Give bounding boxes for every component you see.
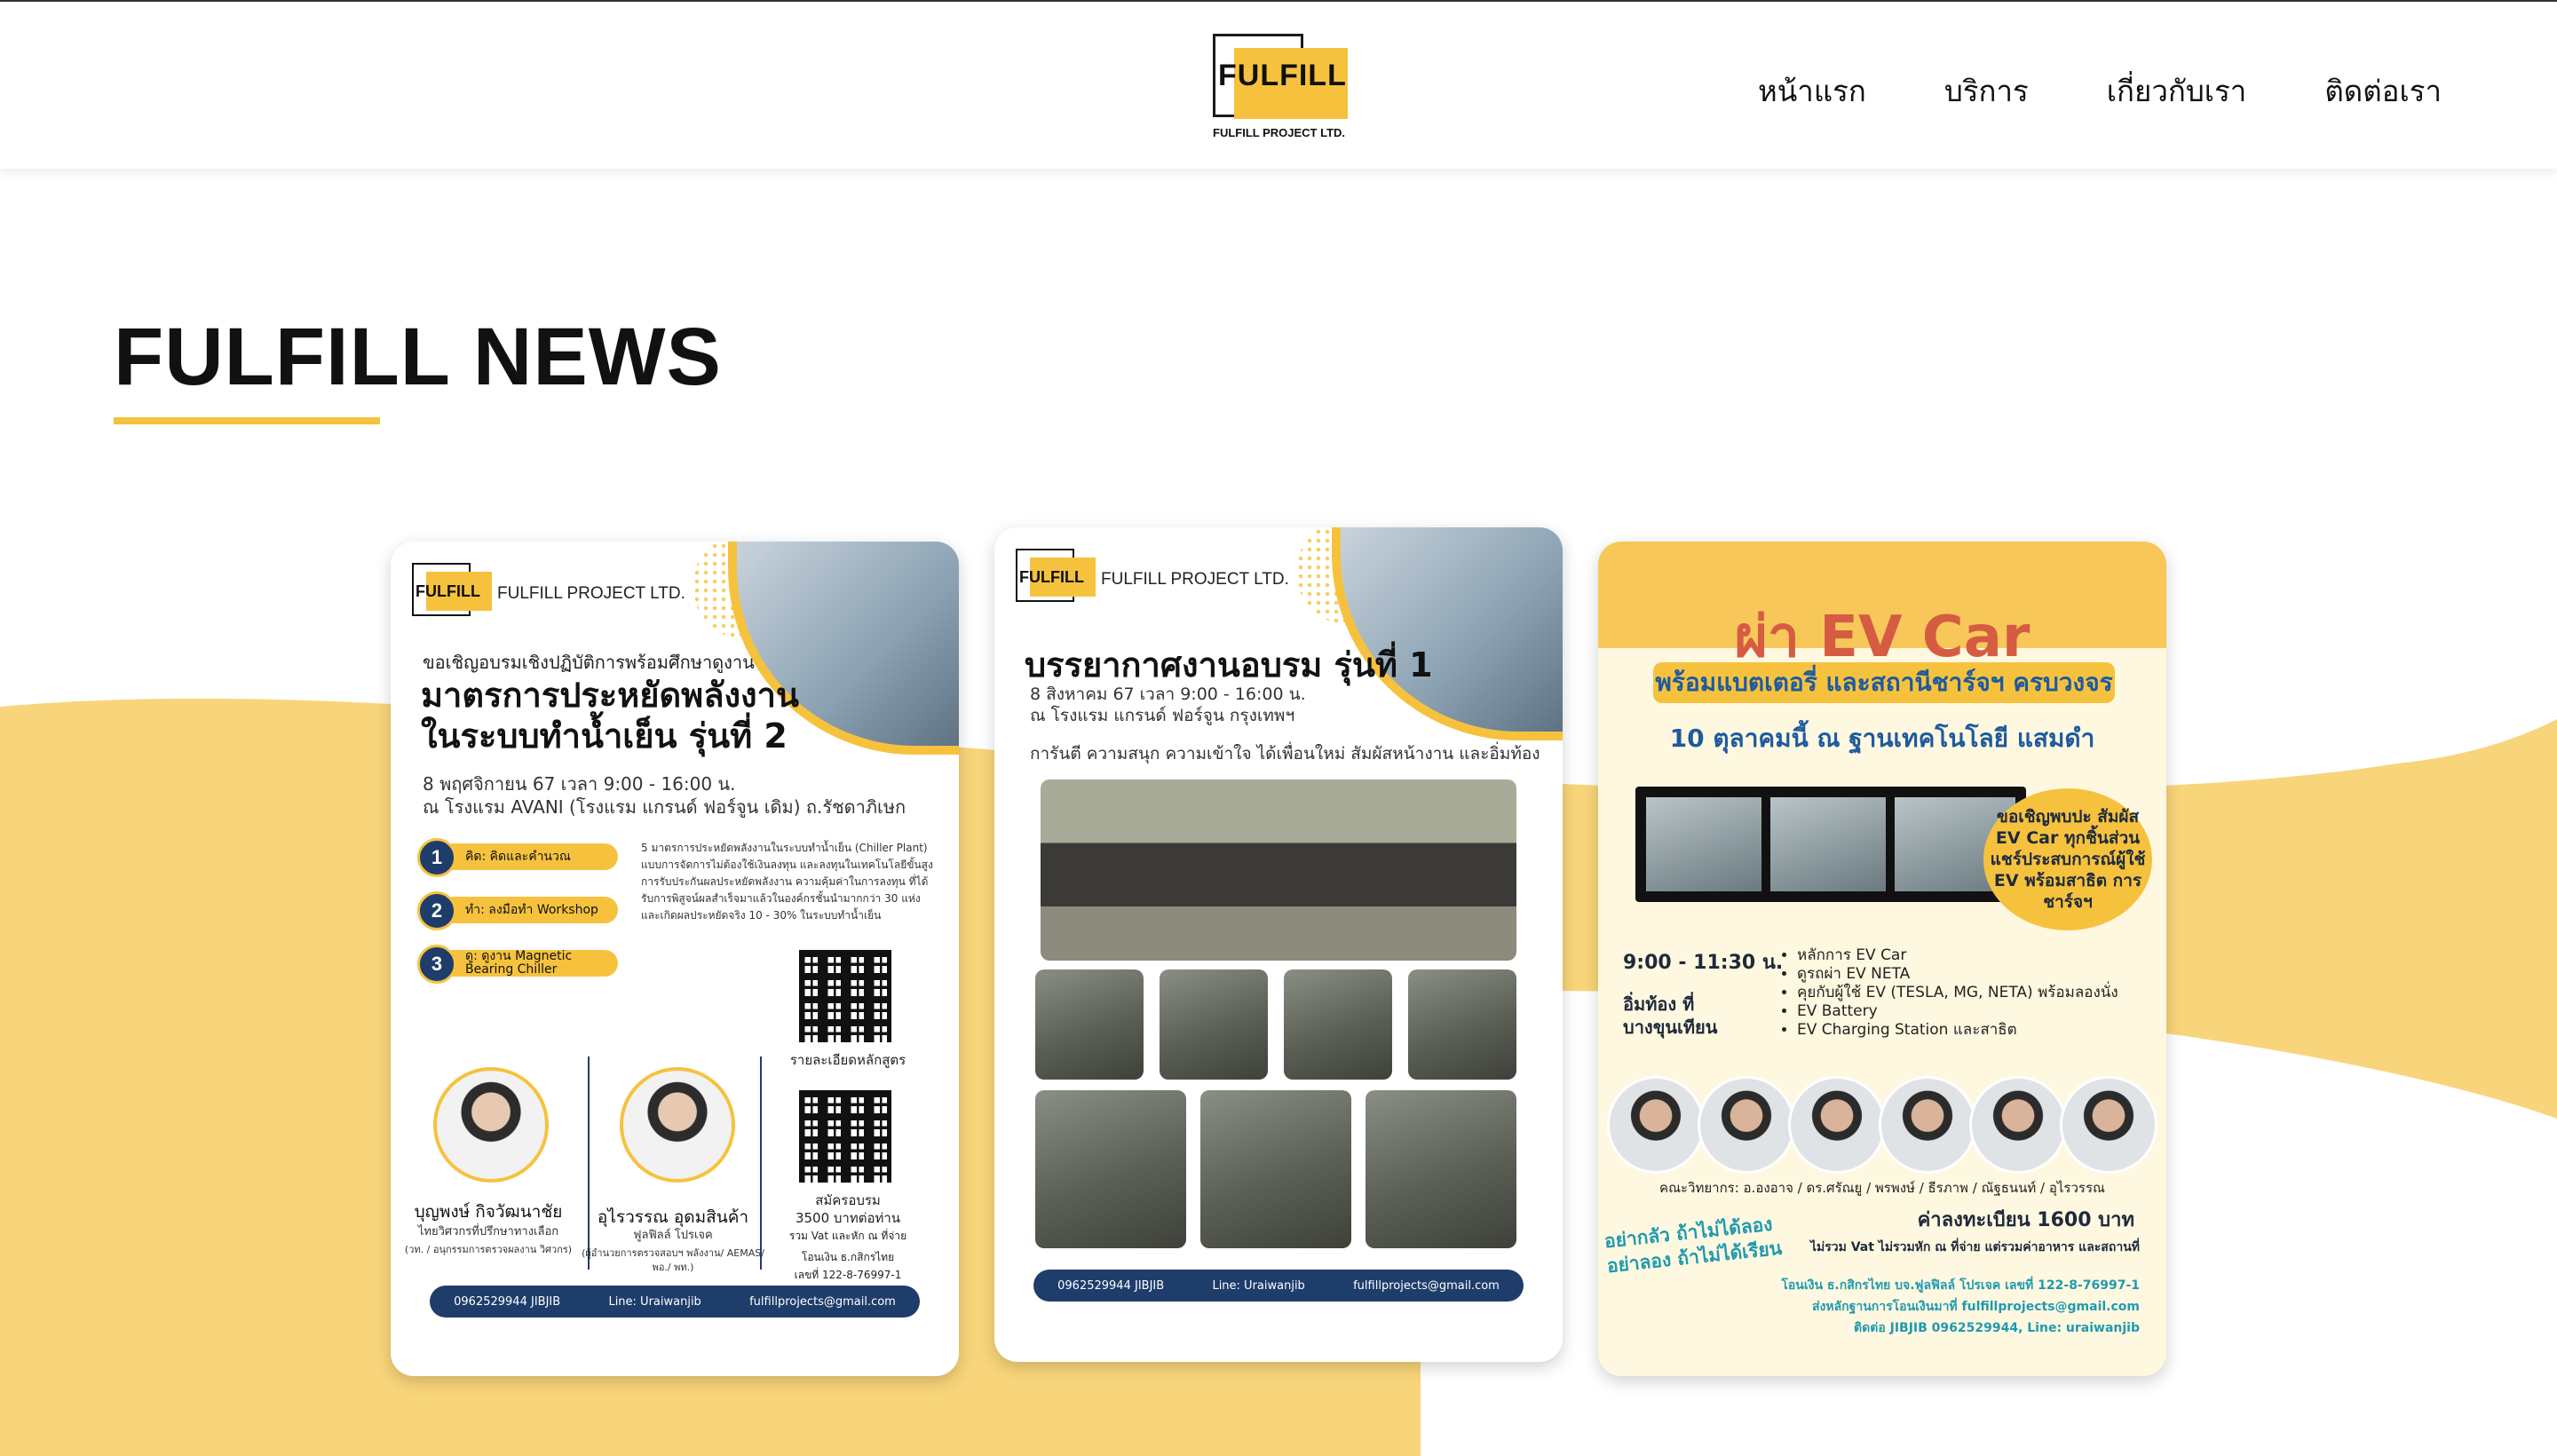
speaker-avatar (620, 1067, 735, 1183)
news-card-chiller-training[interactable]: FULFILL FULFILL PROJECT LTD. ขอเชิญอบรมเ… (391, 542, 959, 1376)
news-card-ev-car[interactable]: ผ่า EV Car พร้อมแบตเตอรี่ และสถานีชาร์จฯ… (1598, 542, 2166, 1376)
speaker-avatar (2060, 1076, 2157, 1174)
event-time: 9:00 - 11:30 น. (1623, 952, 1784, 974)
card-logo: FULFILL FULFILL PROJECT LTD. (1016, 549, 1289, 602)
card-date: 8 สิงหาคม 67 เวลา 9:00 - 16:00 น. ณ โรงแ… (1030, 684, 1306, 725)
speaker-avatar (1788, 1076, 1886, 1174)
ev-photo-strip (1635, 787, 2026, 902)
list-item: ดูรถผ่า EV NETA (1797, 965, 2118, 984)
nav-home[interactable]: หน้าแรก (1758, 67, 1866, 115)
list-item: หลักการ EV Car (1797, 946, 2118, 965)
card-banner: พร้อมแบตเตอรี่ และสถานีชาร์จฯ ครบวงจร (1653, 662, 2115, 703)
line-text: Line: Uraiwanjib (1212, 1278, 1305, 1293)
section-title: FULFILL NEWS (114, 312, 722, 402)
email-text: fulfillprojects@gmail.com (749, 1294, 896, 1309)
logo-subtitle: FULFILL PROJECT LTD. (1213, 126, 1346, 139)
speaker-name: อุไรวรรณ อุดมสินค้า (597, 1207, 749, 1227)
group-photo (1041, 779, 1516, 961)
event-photo (1284, 969, 1392, 1080)
vat-note: ไม่รวม Vat ไม่รวมหัก ณ ที่จ่าย แต่รวมค่า… (1809, 1240, 2140, 1254)
email-text: fulfillprojects@gmail.com (1353, 1278, 1500, 1293)
price-block: สมัครอบรม 3500 บาทต่อท่าน รวม Vat และหัก… (788, 1192, 907, 1281)
speaker-avatar (1879, 1076, 1976, 1174)
speaker-avatar (1969, 1076, 2067, 1174)
speaker-role: ฟูลฟิลล์ โปรเจค (633, 1229, 713, 1242)
list-item: EV Battery (1797, 1002, 2118, 1021)
speaker-avatar (1698, 1076, 1795, 1174)
event-photo (1035, 1090, 1186, 1248)
registration-fee: ค่าลงทะเบียน 1600 บาท (1917, 1209, 2134, 1231)
lunch-note: อิ่มท้อง ที่ บางขุนเทียน (1623, 993, 1718, 1038)
site-header: FULFILL FULFILL PROJECT LTD. หน้าแรก บริ… (0, 2, 2557, 169)
card-date: 8 พฤศจิกายน 67 เวลา 9:00 - 16:00 น. ณ โร… (423, 773, 906, 818)
topic-list: หลักการ EV Car ดูรถผ่า EV NETA คุยกับผู้… (1783, 946, 2118, 1040)
nav-services[interactable]: บริการ (1944, 67, 2029, 115)
step-2: ทำ: ลงมือทำ Workshop 2 (417, 891, 621, 930)
logo-text: FULFILL (1218, 59, 1347, 92)
nav-about[interactable]: เกี่ยวกับเรา (2107, 67, 2247, 115)
speaker-names: คณะวิทยากร: อ.องอาจ / ดร.ศรัณยู / พรพงษ์… (1659, 1180, 2105, 1196)
qr-code-course[interactable] (799, 950, 891, 1042)
list-item: คุยกับผู้ใช้ EV (TESLA, MG, NETA) พร้อมล… (1797, 984, 2118, 1002)
contact-bar: 0962529944 JIBJIB Line: Uraiwanjib fulfi… (1033, 1270, 1524, 1302)
event-photo (1408, 969, 1516, 1080)
fulfill-logo[interactable]: FULFILL FULFILL PROJECT LTD. (1213, 34, 1351, 140)
event-photo (1366, 1090, 1516, 1248)
qr-label-course: รายละเอียดหลักสูตร (789, 1052, 906, 1068)
speaker-role: ไทยวิศวกรที่ปรึกษาทางเลือก (417, 1225, 559, 1238)
course-description: 5 มาตรการประหยัดพลังงานในระบบทำน้ำเย็น (… (641, 842, 933, 922)
main-nav: หน้าแรก บริการ เกี่ยวกับเรา ติดต่อเรา (1758, 67, 2442, 115)
invite-bubble: ขอเชิญพบปะ สัมผัส EV Car ทุกชิ้นส่วน แชร… (1983, 788, 2152, 930)
title-underline (114, 417, 380, 424)
card-kicker: ขอเชิญอบรมเชิงปฏิบัติการพร้อมศึกษาดูงาน (423, 652, 755, 673)
step-1: คิด: คิดและคำนวณ 1 (417, 838, 621, 877)
card-date: 10 ตุลาคมนี้ ณ ฐานเทคโนโลยี แสมดำ (1669, 724, 2095, 753)
card-logo: FULFILL FULFILL PROJECT LTD. (412, 563, 685, 616)
event-photo (1160, 969, 1268, 1080)
speaker-avatar (433, 1067, 549, 1183)
phone-text: 0962529944 JIBJIB (1057, 1278, 1165, 1293)
contact-bar: 0962529944 JIBJIB Line: Uraiwanjib fulfi… (430, 1286, 920, 1318)
card-title: มาตรการประหยัดพลังงาน ในระบบทำน้ำเย็น รุ… (421, 676, 799, 756)
speaker-avatar (1607, 1076, 1705, 1174)
event-photo (1200, 1090, 1351, 1248)
slogan: อย่ากลัว ถ้าไม่ได้ลอง อย่าลอง ถ้าไม่ได้เ… (1603, 1213, 1784, 1278)
qr-code-register[interactable] (799, 1090, 891, 1183)
phone-text: 0962529944 JIBJIB (454, 1294, 561, 1309)
line-text: Line: Uraiwanjib (608, 1294, 701, 1309)
news-card-training-atmosphere[interactable]: FULFILL FULFILL PROJECT LTD. บรรยากาศงาน… (994, 527, 1563, 1362)
list-item: EV Charging Station และสาธิต (1797, 1021, 2118, 1040)
step-3: ดู: ดูงาน Magnetic Bearing Chiller 3 (417, 945, 621, 984)
card-tagline: การันตี ความสนุก ความเข้าใจ ได้เพื่อนใหม… (1030, 744, 1540, 764)
event-photo (1035, 969, 1144, 1080)
payment-info: โอนเงิน ธ.กสิกรไทย บจ.ฟูลฟิลล์ โปรเจค เล… (1781, 1278, 2140, 1335)
nav-contact[interactable]: ติดต่อเรา (2324, 67, 2442, 115)
speaker-name: บุญพงษ์ กิจวัฒนาชัย (414, 1202, 563, 1222)
tablet-photo (1332, 527, 1563, 740)
